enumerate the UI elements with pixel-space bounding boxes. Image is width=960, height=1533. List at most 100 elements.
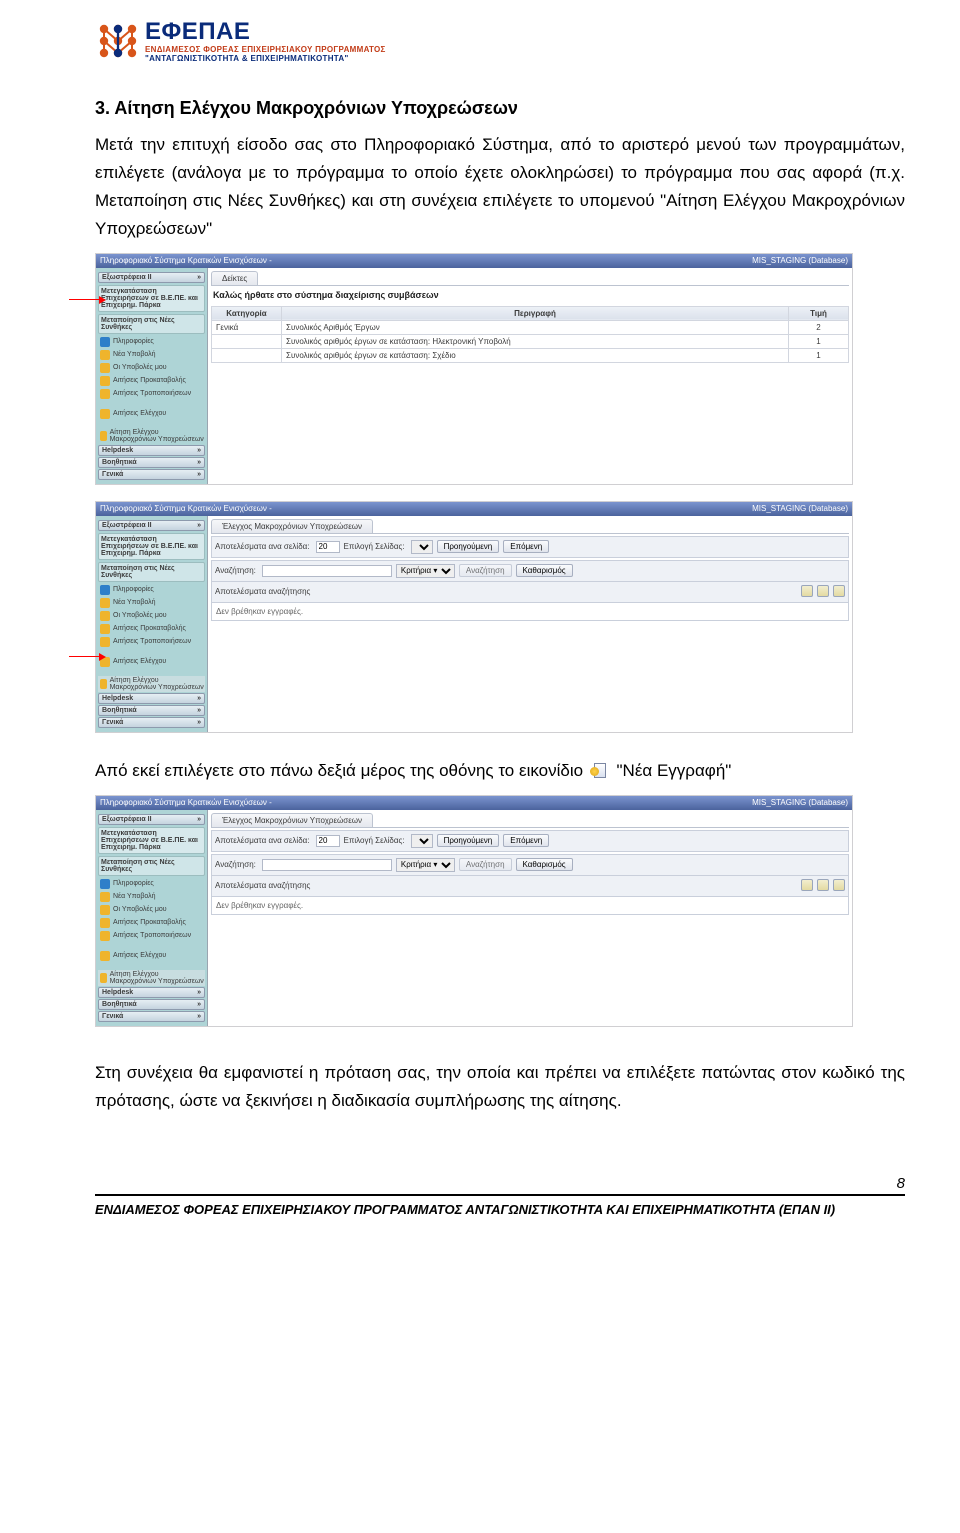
sidebar-acc-boithitika[interactable]: Βοηθητικά» [98,457,205,468]
tab-elegxos-makro[interactable]: Έλεγχος Μακροχρόνιων Υποχρεώσεων [211,813,373,827]
sidebar-acc-genika[interactable]: Γενικά» [98,1011,205,1022]
tab-deiktes[interactable]: Δείκτες [211,271,258,285]
input-perpage[interactable] [316,835,340,847]
sidebar-sub-metegkatastasi[interactable]: Μετεγκατάσταση Επιχειρήσεων σε Β.Ε.ΠΕ. κ… [98,285,205,312]
folder-icon [100,973,107,983]
title-left: Πληροφοριακό Σύστημα Κρατικών Ενισχύσεων… [100,796,272,810]
btn-search[interactable]: Αναζήτηση [459,564,512,577]
sidebar-item-amendments[interactable]: Αιτήσεις Τροποποιήσεων [98,636,205,648]
results-bar: Αποτελέσματα αναζήτησης [211,582,849,603]
sidebar-acc-genika[interactable]: Γενικά» [98,469,205,480]
select-page[interactable] [411,540,433,554]
btn-clear[interactable]: Καθαρισμός [516,858,573,871]
chevron-icon: » [197,447,201,454]
delete-icon[interactable] [833,585,845,597]
chevron-icon: » [197,522,201,529]
lbl-search: Αναζήτηση: [215,860,256,869]
red-arrow-to-subgroup [69,299,103,300]
grid-icon[interactable] [801,879,813,891]
empty-state: Δεν βρέθηκαν εγγραφές. [211,897,849,915]
folder-icon [100,951,110,961]
btn-next[interactable]: Επόμενη [503,834,549,847]
paragraph-1: Μετά την επιτυχή είσοδο σας στο Πληροφορ… [95,131,905,243]
sidebar-item-aitisi-elegxou-makro[interactable]: Αίτηση Ελέγχου Μακροχρόνιων Υποχρεώσεων [98,970,205,986]
sidebar-item-my-submits[interactable]: Οι Υποβολές μου [98,610,205,622]
section-heading: 3. Αίτηση Ελέγχου Μακροχρόνιων Υποχρεώσε… [95,98,905,119]
btn-clear[interactable]: Καθαρισμός [516,564,573,577]
sidebar-item-control[interactable]: Αιτήσεις Ελέγχου [98,950,205,962]
btn-prev[interactable]: Προηγούμενη [437,540,500,553]
sidebar-item-advance[interactable]: Αιτήσεις Προκαταβολής [98,375,205,387]
sidebar-item-aitisi-elegxou-makro[interactable]: Αίτηση Ελέγχου Μακροχρόνιων Υποχρεώσεων [98,428,205,444]
sidebar-sub-metegkatastasi[interactable]: Μετεγκατάσταση Επιχειρήσεων σε Β.Ε.ΠΕ. κ… [98,533,205,560]
sidebar: Εξωστρέφεια II» Μετεγκατάσταση Επιχειρήσ… [96,516,208,732]
para2-b: "Νέα Εγγραφή" [612,761,732,780]
sidebar-item-control[interactable]: Αιτήσεις Ελέγχου [98,408,205,420]
sidebar-item-my-submits[interactable]: Οι Υποβολές μου [98,362,205,374]
input-search[interactable] [262,565,392,577]
select-page[interactable] [411,834,433,848]
sidebar-acc-exostrefeia[interactable]: Εξωστρέφεια II» [98,520,205,531]
chevron-icon: » [197,707,201,714]
sidebar-item-info[interactable]: Πληροφορίες [98,584,205,596]
sidebar-item-amendments[interactable]: Αιτήσεις Τροποποιήσεων [98,388,205,400]
title-right: MIS_STAGING (Database) [752,254,848,268]
sidebar-acc-boithitika[interactable]: Βοηθητικά» [98,999,205,1010]
sidebar-sub-metapoiisi[interactable]: Μεταποίηση στις Νέες Συνθήκες [98,314,205,334]
sidebar-item-aitisi-elegxou-makro[interactable]: Αίτηση Ελέγχου Μακροχρόνιων Υποχρεώσεων [98,676,205,692]
footer-text: ΕΝΔΙΑΜΕΣΟΣ ΦΟΡΕΑΣ ΕΠΙΧΕΙΡΗΣΙΑΚΟΥ ΠΡΟΓΡΑΜ… [95,1194,905,1217]
tab-elegxos-makro[interactable]: Έλεγχος Μακροχρόνιων Υποχρεώσεων [211,519,373,533]
chevron-icon: » [197,695,201,702]
screenshot-2: Πληροφοριακό Σύστημα Κρατικών Ενισχύσεων… [95,501,853,733]
sidebar-item-my-submits[interactable]: Οι Υποβολές μου [98,904,205,916]
logo-text: ΕΦΕΠΑΕ ΕΝΔΙΑΜΕΣΟΣ ΦΟΡΕΑΣ ΕΠΙΧΕΙΡΗΣΙΑΚΟΥ … [145,18,386,64]
main-panel: Έλεγχος Μακροχρόνιων Υποχρεώσεων Αποτελέ… [208,516,852,732]
chevron-icon: » [197,459,201,466]
folder-icon [100,350,110,360]
sidebar-item-amendments[interactable]: Αιτήσεις Τροποποιήσεων [98,930,205,942]
sidebar-item-info[interactable]: Πληροφορίες [98,878,205,890]
sidebar-item-control[interactable]: Αιτήσεις Ελέγχου [98,656,205,668]
screenshot-1: Πληροφοριακό Σύστημα Κρατικών Ενισχύσεων… [95,253,853,485]
folder-icon [100,363,110,373]
sidebar-item-info[interactable]: Πληροφορίες [98,336,205,348]
lbl-search: Αναζήτηση: [215,566,256,575]
sidebar-sub-metegkatastasi[interactable]: Μετεγκατάσταση Επιχειρήσεων σε Β.Ε.ΠΕ. κ… [98,827,205,854]
btn-prev[interactable]: Προηγούμενη [437,834,500,847]
sidebar-item-advance[interactable]: Αιτήσεις Προκαταβολής [98,917,205,929]
sidebar-acc-boithitika[interactable]: Βοηθητικά» [98,705,205,716]
btn-next[interactable]: Επόμενη [503,540,549,553]
folder-icon [100,624,110,634]
sidebar-acc-exostrefeia[interactable]: Εξωστρέφεια II» [98,814,205,825]
new-record-icon[interactable] [817,585,829,597]
sidebar-acc-helpdesk[interactable]: Helpdesk» [98,445,205,456]
select-criteria[interactable]: Κριτήρια ▾ [396,564,455,578]
select-criteria[interactable]: Κριτήρια ▾ [396,858,455,872]
sidebar-acc-exostrefeia[interactable]: Εξωστρέφεια II» [98,272,205,283]
folder-icon [100,905,110,915]
sidebar-acc-genika[interactable]: Γενικά» [98,717,205,728]
new-record-icon[interactable] [817,879,829,891]
table-row: Γενικά Συνολικός Αριθμός Έργων 2 [212,320,849,334]
sidebar-acc-helpdesk[interactable]: Helpdesk» [98,987,205,998]
sidebar-sub-metapoiisi[interactable]: Μεταποίηση στις Νέες Συνθήκες [98,856,205,876]
page-number: 8 [95,1175,905,1192]
info-icon [100,337,110,347]
sidebar-item-new-submit[interactable]: Νέα Υποβολή [98,349,205,361]
pager-toolbar: Αποτελέσματα ανα σελίδα: Επιλογή Σελίδας… [211,830,849,852]
sidebar-sub-metapoiisi[interactable]: Μεταποίηση στις Νέες Συνθήκες [98,562,205,582]
input-perpage[interactable] [316,541,340,553]
chevron-icon: » [197,471,201,478]
sidebar-item-advance[interactable]: Αιτήσεις Προκαταβολής [98,623,205,635]
btn-search[interactable]: Αναζήτηση [459,858,512,871]
screenshot-3: Πληροφοριακό Σύστημα Κρατικών Ενισχύσεων… [95,795,853,1027]
table-row: Συνολικός αριθμός έργων σε κατάσταση: Σχ… [212,348,849,362]
sidebar-item-new-submit[interactable]: Νέα Υποβολή [98,597,205,609]
input-search[interactable] [262,859,392,871]
delete-icon[interactable] [833,879,845,891]
grid-icon[interactable] [801,585,813,597]
sidebar: Εξωστρέφεια II» Μετεγκατάσταση Επιχειρήσ… [96,268,208,484]
red-arrow-to-menu-item [69,656,103,657]
sidebar-item-new-submit[interactable]: Νέα Υποβολή [98,891,205,903]
sidebar-acc-helpdesk[interactable]: Helpdesk» [98,693,205,704]
